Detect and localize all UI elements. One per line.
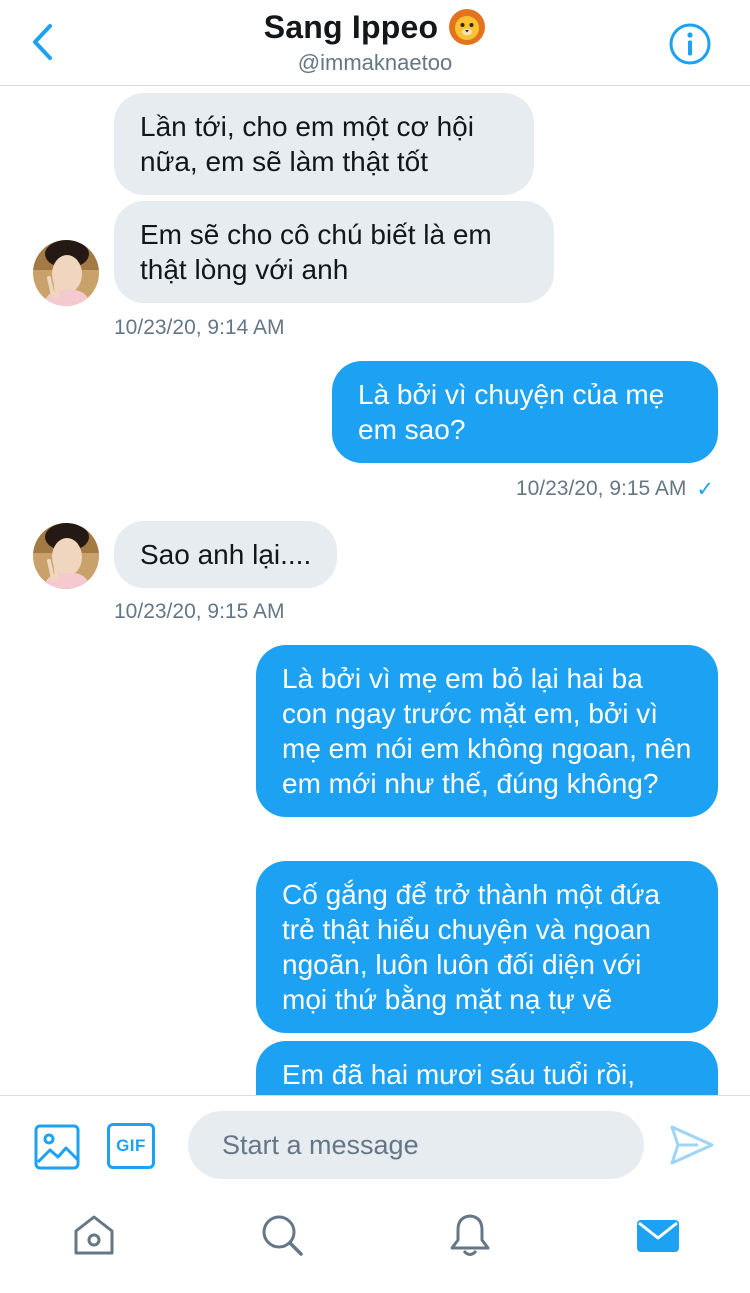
read-receipt-check-icon: ✓ (696, 478, 714, 501)
image-icon (34, 1124, 80, 1170)
message-composer: GIF (0, 1095, 750, 1195)
message-timestamp: 10/23/20, 9:15 AM (515, 477, 687, 500)
avatar-image (33, 523, 99, 589)
message-meta: 10/23/20, 9:15 AM ✓ (516, 477, 714, 502)
tab-notifications[interactable] (446, 1211, 494, 1259)
gif-button[interactable]: GIF (107, 1123, 155, 1169)
add-photo-button[interactable] (34, 1124, 80, 1170)
avatar-image (33, 240, 99, 306)
send-button[interactable] (668, 1121, 716, 1169)
outgoing-message[interactable]: Cố gắng để trở thành một đứa trẻ thật hi… (256, 861, 718, 1033)
lion-emoji-icon (449, 9, 486, 45)
message-list[interactable]: Lần tới, cho em một cơ hội nữa, em sẽ là… (0, 87, 750, 1095)
incoming-message[interactable]: Em sẽ cho cô chú biết là em thật lòng vớ… (114, 201, 554, 303)
bottom-tab-bar (0, 1195, 750, 1293)
outgoing-message[interactable]: Là bởi vì chuyện của mẹ em sao? (332, 361, 718, 463)
incoming-message[interactable]: Lần tới, cho em một cơ hội nữa, em sẽ là… (114, 93, 534, 195)
conversation-info-button[interactable] (668, 22, 712, 66)
avatar[interactable] (33, 240, 99, 306)
message-timestamp: 10/23/20, 9:15 AM (114, 600, 285, 623)
avatar[interactable] (33, 523, 99, 589)
tab-search[interactable] (258, 1211, 306, 1259)
messages-icon (637, 1220, 679, 1252)
conversation-handle: @immaknaetoo (297, 50, 453, 75)
info-icon (669, 23, 711, 65)
conversation-header: Sang Ippeo @immaknaetoo (0, 0, 750, 86)
conversation-title-block[interactable]: Sang Ippeo @immaknaetoo (0, 8, 750, 76)
message-input[interactable] (188, 1111, 644, 1179)
outgoing-message[interactable]: Em đã hai mươi sáu tuổi rồi, (256, 1041, 718, 1095)
send-icon (670, 1125, 714, 1165)
home-icon (74, 1215, 114, 1255)
search-icon (262, 1215, 303, 1256)
tab-home[interactable] (70, 1211, 118, 1259)
notifications-icon (450, 1214, 490, 1256)
conversation-title: Sang Ippeo (263, 8, 439, 45)
tab-messages[interactable] (634, 1211, 682, 1259)
outgoing-message[interactable]: Là bởi vì mẹ em bỏ lại hai ba con ngay t… (256, 645, 718, 817)
incoming-message[interactable]: Sao anh lại.... (114, 521, 338, 588)
message-timestamp: 10/23/20, 9:14 AM (114, 316, 285, 339)
